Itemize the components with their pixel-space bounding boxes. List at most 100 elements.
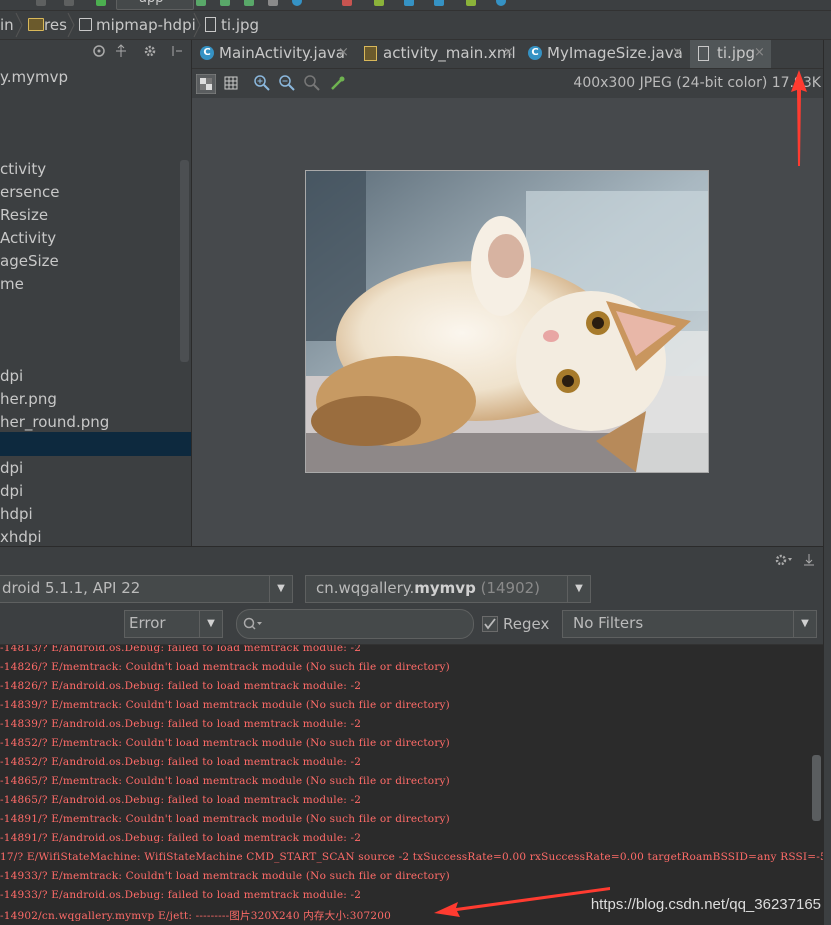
- tree-item[interactable]: ageSize: [0, 252, 59, 270]
- tree-item[interactable]: dpi: [0, 482, 23, 500]
- run-config-select[interactable]: app: [116, 0, 194, 10]
- log-line: -14933/? E/memtrack: Couldn't load memtr…: [0, 870, 450, 882]
- logcat-search-input[interactable]: [236, 609, 474, 639]
- tab-ti-jpg[interactable]: ti.jpg ×: [690, 40, 771, 68]
- device-select[interactable]: droid 5.1.1, API 22 ▼: [0, 575, 293, 603]
- tab-myimagesize[interactable]: C MyImageSize.java ×: [520, 40, 690, 68]
- tree-selection-highlight: [0, 432, 191, 456]
- run-icon[interactable]: [196, 0, 206, 6]
- log-line: -14852/? E/android.os.Debug: failed to l…: [0, 756, 362, 768]
- gear-icon[interactable]: [143, 44, 157, 58]
- breadcrumb-item-res[interactable]: res: [44, 16, 67, 34]
- annotation-arrow-up: [791, 70, 807, 166]
- device-select-value: droid 5.1.1, API 22: [2, 579, 141, 597]
- log-line: -14865/? E/memtrack: Couldn't load memtr…: [0, 775, 450, 787]
- image-viewer: [192, 98, 831, 546]
- close-icon[interactable]: ×: [338, 45, 349, 60]
- log-line: 17/? E/WifiStateMachine: WifiStateMachin…: [0, 851, 831, 863]
- log-line: -14865/? E/android.os.Debug: failed to l…: [0, 794, 362, 806]
- regex-label: Regex: [503, 615, 550, 633]
- tab-activity-main[interactable]: activity_main.xml ×: [356, 40, 518, 68]
- actual-size-icon[interactable]: [304, 75, 320, 91]
- log-line: -14826/? E/memtrack: Couldn't load memtr…: [0, 661, 450, 673]
- breadcrumb-item-app[interactable]: in: [0, 16, 14, 34]
- breadcrumb: in res mipmap-hdpi ti.jpg: [0, 11, 831, 40]
- hide-panel-icon[interactable]: [170, 44, 184, 58]
- watermark: https://blog.csdn.net/qq_36237165: [590, 896, 821, 913]
- chevron-down-icon: ▼: [567, 576, 590, 602]
- android-monitor-icon[interactable]: [466, 0, 476, 6]
- image-viewer-toolbar: 400x300 JPEG (24-bit color) 17.93K: [192, 69, 831, 99]
- logcat-scrollbar[interactable]: [812, 755, 821, 821]
- sdk-manager-icon[interactable]: [434, 0, 444, 6]
- tab-label: activity_main.xml: [383, 44, 516, 62]
- process-pid: (14902): [475, 579, 541, 597]
- profile-icon[interactable]: [292, 0, 302, 6]
- process-name: mymvp: [414, 579, 476, 597]
- tree-item[interactable]: her_round.png: [0, 413, 109, 431]
- logcat-filter-bar: Error ▼ Regex No Filters ▼: [0, 606, 831, 645]
- log-level-select[interactable]: Error ▼: [124, 610, 223, 638]
- tree-item[interactable]: xhdpi: [0, 528, 42, 546]
- tree-item[interactable]: me: [0, 275, 24, 293]
- attach-debugger-icon[interactable]: [268, 0, 278, 6]
- log-line: -14891/? E/android.os.Debug: failed to l…: [0, 832, 362, 844]
- tab-mainactivity[interactable]: C MainActivity.java ×: [192, 40, 354, 68]
- help-icon[interactable]: [496, 0, 506, 6]
- gear-icon[interactable]: [775, 553, 793, 567]
- tree-item[interactable]: y.mymvp: [0, 68, 68, 86]
- hide-panel-icon[interactable]: [802, 553, 816, 567]
- log-line: -14839/? E/android.os.Debug: failed to l…: [0, 718, 362, 730]
- logcat-output[interactable]: -14813/? E/android.os.Debug: failed to l…: [0, 645, 831, 925]
- tree-item[interactable]: hdpi: [0, 505, 33, 523]
- zoom-in-icon[interactable]: [254, 75, 270, 91]
- close-icon[interactable]: ×: [672, 45, 683, 60]
- collapse-all-icon[interactable]: [114, 44, 128, 58]
- tab-label: MainActivity.java: [219, 44, 345, 62]
- log-line: -14933/? E/android.os.Debug: failed to l…: [0, 889, 362, 901]
- tree-item[interactable]: ersence: [0, 183, 59, 201]
- checkmark-icon: [484, 618, 496, 630]
- image-info-label: 400x300 JPEG (24-bit color) 17.93K: [573, 75, 821, 91]
- make-project-icon[interactable]: [96, 0, 106, 6]
- close-icon[interactable]: ×: [754, 45, 765, 60]
- filter-config-select[interactable]: No Filters ▼: [562, 610, 817, 638]
- forward-icon[interactable]: [64, 0, 74, 6]
- stop-icon[interactable]: [342, 0, 352, 6]
- apply-changes-icon[interactable]: [244, 0, 254, 6]
- breadcrumb-item-ti-jpg[interactable]: ti.jpg: [221, 16, 259, 34]
- log-line: -14891/? E/memtrack: Couldn't load memtr…: [0, 813, 450, 825]
- cat-photo-image: [306, 171, 708, 472]
- logcat-search-field[interactable]: [265, 614, 465, 634]
- regex-checkbox[interactable]: [482, 616, 498, 632]
- zoom-out-icon[interactable]: [279, 75, 295, 91]
- breadcrumb-item-mipmap-hdpi[interactable]: mipmap-hdpi: [96, 16, 196, 34]
- tree-item[interactable]: dpi: [0, 367, 23, 385]
- tree-item[interactable]: ctivity: [0, 160, 46, 178]
- chevron-down-icon: ▼: [793, 611, 816, 637]
- chevron-down-icon: ▼: [199, 611, 222, 637]
- log-line: -14813/? E/android.os.Debug: failed to l…: [0, 645, 362, 654]
- breadcrumb-separator-icon: [193, 12, 201, 38]
- sync-icon[interactable]: [374, 0, 384, 6]
- chessboard-background-icon[interactable]: [196, 74, 216, 94]
- project-panel-scrollbar[interactable]: [180, 160, 189, 362]
- tree-item[interactable]: Resize: [0, 206, 48, 224]
- tree-item[interactable]: her.png: [0, 390, 57, 408]
- run-config-label: app: [139, 0, 163, 6]
- process-select[interactable]: cn.wqgallery.mymvp (14902) ▼: [305, 575, 591, 603]
- debug-icon[interactable]: [220, 0, 230, 6]
- color-picker-icon[interactable]: [330, 75, 346, 91]
- tab-label: ti.jpg: [717, 44, 756, 62]
- back-icon[interactable]: [36, 0, 46, 6]
- log-line: -14852/? E/memtrack: Couldn't load memtr…: [0, 737, 450, 749]
- log-line: -14839/? E/memtrack: Couldn't load memtr…: [0, 699, 450, 711]
- project-panel: y.mymvp ctivity ersence Resize Activity …: [0, 40, 192, 546]
- tree-item[interactable]: Activity: [0, 229, 56, 247]
- annotation-arrow-left: [434, 887, 610, 917]
- close-icon[interactable]: ×: [503, 45, 514, 60]
- avd-manager-icon[interactable]: [404, 0, 414, 6]
- tree-item[interactable]: dpi: [0, 459, 23, 477]
- scroll-from-source-icon[interactable]: [92, 44, 106, 58]
- grid-icon[interactable]: [224, 76, 238, 90]
